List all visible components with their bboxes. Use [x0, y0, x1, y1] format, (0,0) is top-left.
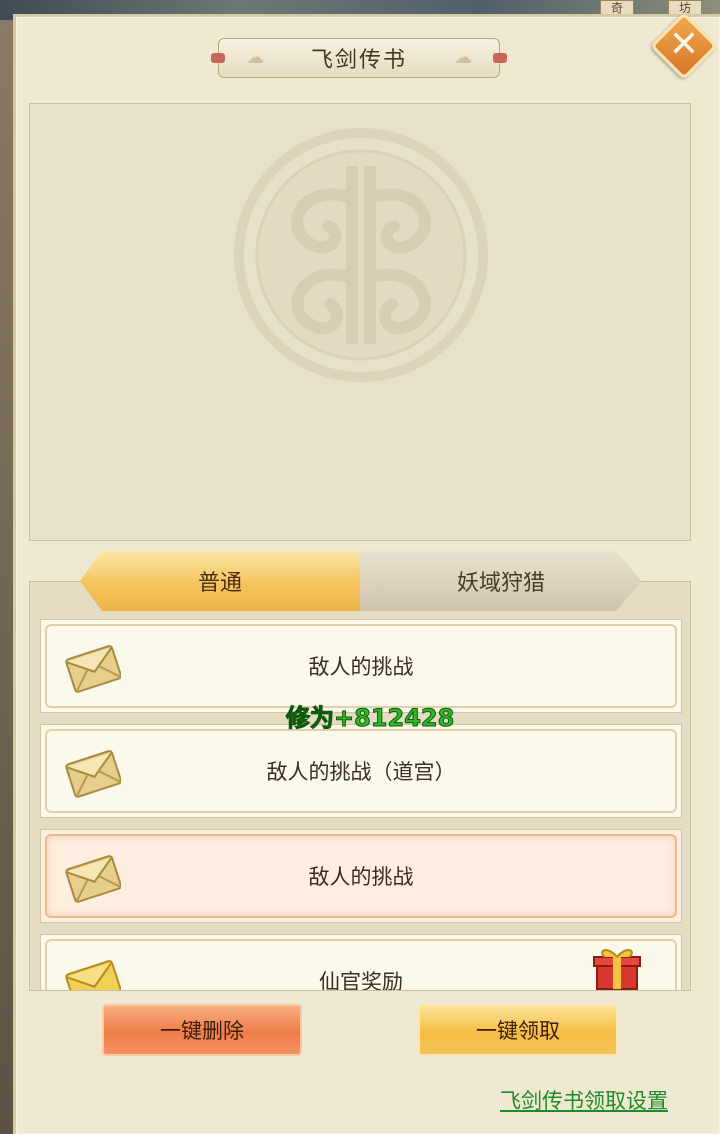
mail-title: 敌人的挑战: [308, 865, 414, 889]
cloud-emblem-icon: [234, 128, 488, 382]
mail-list[interactable]: 敌人的挑战 敌人的挑战（道宫） 敌人的挑战 仙官奖励: [29, 581, 691, 991]
mail-item[interactable]: 仙官奖励: [40, 934, 682, 991]
claim-settings-link[interactable]: 飞剑传书领取设置: [500, 1085, 668, 1115]
envelope-icon: [65, 645, 121, 693]
delete-all-button[interactable]: 一键删除: [102, 1004, 302, 1056]
title-plate-right-tip: [493, 53, 507, 63]
mail-title: 敌人的挑战（道宫）: [266, 760, 456, 784]
mail-screen: 奇 坊 ☁ 飞剑传书 ☁ ✕ 敌人的挑战 敌人的挑战（道宫） 敌人的挑战 仙官奖…: [0, 0, 720, 1134]
mail-title: 敌人的挑战: [308, 655, 414, 679]
claim-all-button[interactable]: 一键领取: [418, 1004, 618, 1056]
tab-normal[interactable]: 普通: [80, 551, 360, 611]
gift-box-icon: [593, 949, 641, 990]
tab-demon-hunt[interactable]: 妖域狩猎: [360, 551, 642, 611]
exp-gain-text: 修为+812428: [285, 704, 455, 733]
title-plate: ☁ 飞剑传书 ☁: [211, 38, 507, 78]
envelope-icon: [65, 855, 121, 903]
mail-title: 仙官奖励: [319, 970, 403, 991]
mail-item[interactable]: 敌人的挑战（道宫）: [40, 724, 682, 818]
cloud-ornament-icon: ☁: [454, 47, 472, 68]
cloud-ornament-icon: ☁: [246, 47, 264, 68]
envelope-icon: [65, 750, 121, 798]
envelope-icon: [65, 960, 121, 990]
mail-item-selected[interactable]: 敌人的挑战: [40, 829, 682, 923]
title-plate-left-tip: [211, 53, 225, 63]
dialog-title: 飞剑传书: [310, 48, 407, 73]
close-icon[interactable]: ✕: [660, 20, 708, 70]
mail-tabs: 普通 妖域狩猎: [80, 551, 642, 611]
